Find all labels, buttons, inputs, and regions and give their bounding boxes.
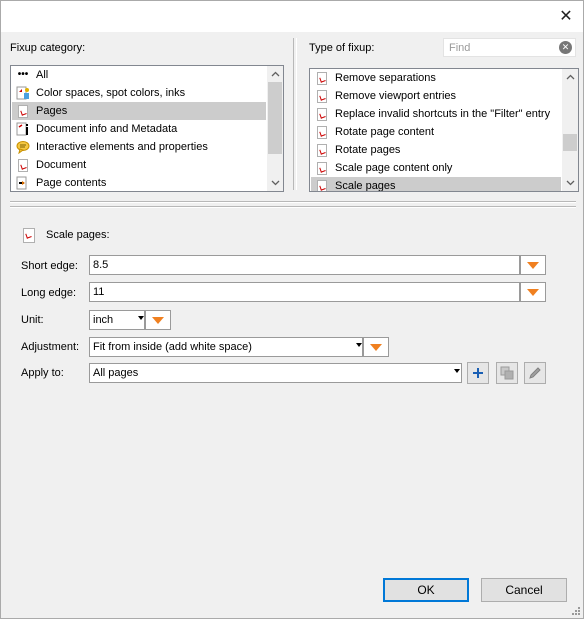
scroll-down-icon[interactable] — [267, 176, 283, 190]
pdf-icon — [315, 125, 329, 139]
unit-label: Unit: — [21, 314, 44, 326]
list-item[interactable]: Rotate page content — [311, 123, 561, 141]
short-edge-field[interactable]: 8.5 — [89, 255, 546, 275]
list-item[interactable]: Document info and Metadata — [12, 120, 266, 138]
short-edge-value: 8.5 — [93, 259, 109, 271]
pdf-page-icon — [16, 104, 30, 118]
horizontal-divider — [10, 201, 576, 203]
adjustment-value: Fit from inside (add white space) — [93, 341, 252, 353]
unit-menu-button[interactable] — [145, 310, 171, 330]
orange-arrow-icon — [527, 288, 539, 296]
unit-value: inch — [93, 314, 114, 326]
list-item[interactable]: Remove separations — [311, 69, 561, 87]
pdf-icon — [315, 161, 329, 175]
orange-arrow-icon — [152, 316, 164, 324]
find-input[interactable] — [449, 40, 549, 55]
horizontal-divider — [10, 206, 576, 208]
adjustment-label: Adjustment: — [21, 341, 80, 353]
list-item[interactable]: Color spaces, spot colors, inks — [12, 84, 266, 102]
pdf-icon — [315, 143, 329, 157]
list-item[interactable]: Replace invalid shortcuts in the "Filter… — [311, 105, 561, 123]
list-item[interactable]: ••• All — [12, 66, 266, 84]
pdf-icon — [315, 71, 329, 85]
ellipsis-icon: ••• — [17, 69, 29, 80]
short-edge-dropdown-button[interactable] — [520, 255, 546, 275]
category-scrollbar[interactable] — [267, 66, 283, 191]
chevron-down-icon — [356, 343, 362, 347]
fixup-category-label: Fixup category: — [10, 42, 86, 54]
adjustment-select[interactable]: Fit from inside (add white space) — [89, 337, 389, 357]
list-item[interactable]: Interactive elements and properties — [12, 138, 266, 156]
comment-icon — [16, 140, 30, 154]
scroll-thumb[interactable] — [563, 134, 577, 151]
orange-arrow-icon — [370, 343, 382, 351]
scroll-thumb[interactable] — [268, 82, 282, 154]
list-item[interactable]: Scale page content only — [311, 159, 561, 177]
page-contents-icon — [16, 176, 30, 190]
duplicate-button[interactable] — [496, 362, 518, 384]
add-button[interactable] — [467, 362, 489, 384]
plus-icon — [473, 368, 483, 378]
long-edge-field[interactable]: 11 — [89, 282, 546, 302]
scroll-down-icon[interactable] — [562, 176, 578, 190]
edit-button[interactable] — [524, 362, 546, 384]
long-edge-value: 11 — [93, 286, 105, 298]
pdf-document-icon — [16, 158, 30, 172]
scroll-up-icon[interactable] — [562, 70, 578, 84]
list-item[interactable]: Rotate pages — [311, 141, 561, 159]
list-item[interactable]: Page contents — [12, 174, 266, 191]
chevron-down-icon — [138, 316, 144, 320]
color-spaces-icon — [16, 86, 30, 100]
cancel-button[interactable]: Cancel — [481, 578, 567, 602]
details-title: Scale pages: — [46, 229, 110, 241]
title-bar: ✕ — [0, 0, 584, 32]
type-of-fixup-list[interactable]: Remove separations Remove viewport entri… — [309, 68, 579, 192]
pdf-icon — [315, 107, 329, 121]
adjustment-menu-button[interactable] — [363, 337, 389, 357]
resize-grip-icon[interactable] — [571, 606, 581, 616]
orange-arrow-icon — [527, 261, 539, 269]
list-item[interactable]: Scale pages — [311, 177, 561, 191]
apply-to-select[interactable]: All pages — [89, 363, 462, 383]
chevron-down-icon — [454, 369, 460, 373]
close-icon[interactable]: ✕ — [556, 6, 576, 26]
apply-to-value: All pages — [93, 367, 139, 379]
vertical-divider — [293, 38, 297, 190]
list-item[interactable]: Remove viewport entries — [311, 87, 561, 105]
fixup-scrollbar[interactable] — [562, 69, 578, 191]
fixup-category-list[interactable]: ••• All Color spaces, spot colors, inks … — [10, 65, 284, 192]
unit-select[interactable]: inch — [89, 310, 171, 330]
ok-button[interactable]: OK — [383, 578, 469, 602]
scroll-up-icon[interactable] — [267, 67, 283, 81]
duplicate-icon — [500, 366, 514, 380]
pdf-icon — [315, 179, 329, 191]
pencil-icon — [529, 367, 541, 379]
short-edge-label: Short edge: — [21, 260, 78, 272]
pdf-scale-icon — [21, 227, 37, 243]
clear-search-icon[interactable]: ✕ — [559, 41, 572, 54]
document-info-icon — [16, 122, 30, 136]
pdf-icon — [315, 89, 329, 103]
list-item[interactable]: Pages — [12, 102, 266, 120]
type-of-fixup-label: Type of fixup: — [309, 42, 375, 54]
apply-to-label: Apply to: — [21, 367, 64, 379]
long-edge-label: Long edge: — [21, 287, 77, 299]
list-item[interactable]: Document — [12, 156, 266, 174]
find-field[interactable]: ✕ — [443, 38, 576, 57]
long-edge-dropdown-button[interactable] — [520, 282, 546, 302]
